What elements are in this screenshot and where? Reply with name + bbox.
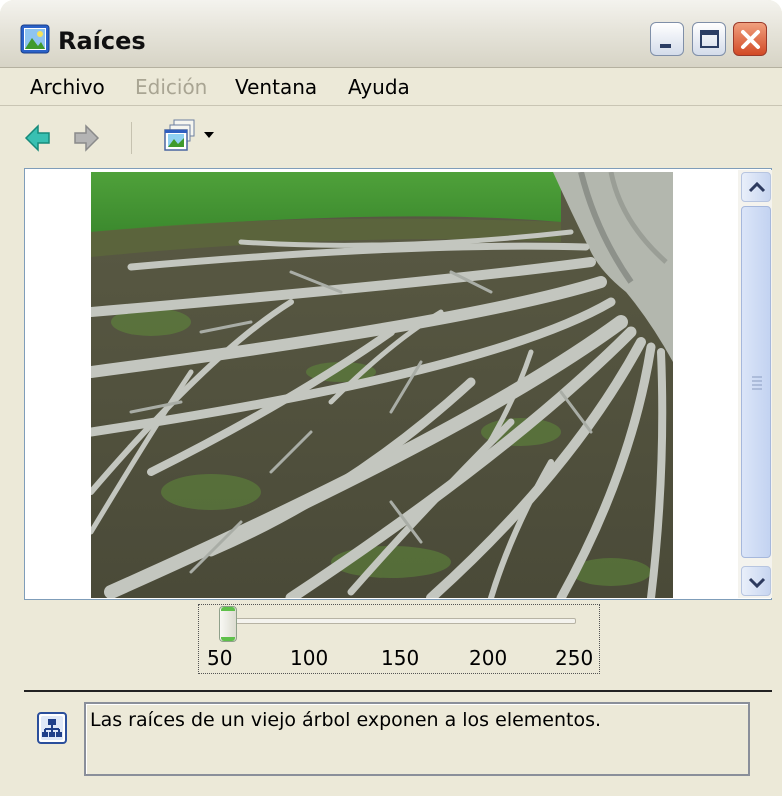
scroll-down-button[interactable]	[741, 566, 771, 596]
maximize-button[interactable]	[692, 22, 726, 56]
photo-tree-roots	[91, 172, 673, 598]
title-bar[interactable]: Raíces	[0, 0, 782, 68]
chevron-up-icon	[748, 181, 766, 193]
menu-ayuda[interactable]: Ayuda	[348, 75, 410, 99]
minimize-button[interactable]	[650, 22, 684, 56]
menu-edicion: Edición	[135, 75, 208, 99]
back-arrow-icon[interactable]	[24, 122, 52, 159]
picture-icon	[20, 24, 50, 54]
description-text: Las raíces de un viejo árbol exponen a l…	[90, 709, 602, 731]
grip-icon	[752, 376, 762, 390]
slider-tick-label: 100	[290, 646, 329, 670]
menu-archivo[interactable]: Archivo	[30, 75, 105, 99]
chevron-down-icon	[748, 577, 766, 589]
slider-tick-label: 50	[207, 646, 233, 670]
scroll-thumb[interactable]	[741, 206, 771, 558]
menu-bar: Archivo Edición Ventana Ayuda	[0, 68, 782, 106]
close-button[interactable]	[733, 22, 767, 56]
scroll-up-button[interactable]	[741, 172, 771, 202]
slider-tick-label: 200	[469, 646, 508, 670]
slider-tick-label: 150	[381, 646, 420, 670]
minimize-icon	[660, 44, 671, 48]
close-icon	[741, 30, 760, 49]
views-menu-icon[interactable]	[162, 118, 228, 163]
menu-ventana[interactable]: Ventana	[235, 75, 317, 99]
vertical-scrollbar[interactable]	[738, 170, 772, 598]
window-title: Raíces	[58, 27, 146, 55]
slider-tick-label: 250	[555, 646, 594, 670]
toolbar	[0, 106, 782, 168]
forward-arrow-icon	[72, 122, 100, 159]
zoom-slider-thumb[interactable]	[219, 606, 237, 642]
app-window: Raíces Archivo Edición Ventana Ayuda 50 …	[0, 0, 782, 796]
image-viewer[interactable]	[24, 168, 772, 600]
info-tree-icon[interactable]	[37, 712, 67, 744]
zoom-slider-track[interactable]	[230, 618, 576, 624]
maximize-icon	[700, 30, 719, 48]
toolbar-separator	[131, 122, 132, 154]
section-divider	[24, 690, 772, 692]
